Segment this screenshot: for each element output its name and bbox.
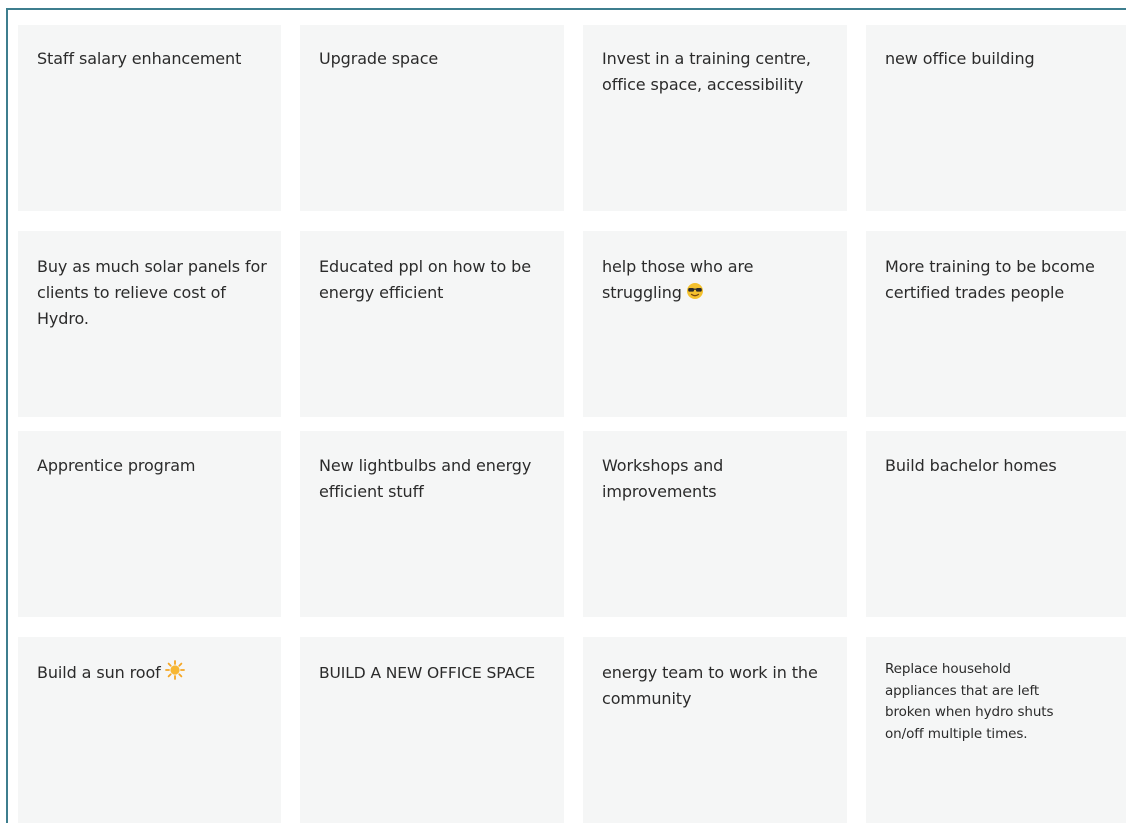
sunglasses-emoji-icon <box>686 282 704 308</box>
idea-card-text: Buy as much solar panels for clients to … <box>37 257 267 328</box>
idea-card-text: Invest in a training centre, office spac… <box>602 49 811 94</box>
idea-card[interactable]: new office building <box>866 25 1126 211</box>
idea-card[interactable]: Buy as much solar panels for clients to … <box>18 231 281 417</box>
idea-card[interactable]: help those who are struggling <box>583 231 847 417</box>
idea-card[interactable]: BUILD A NEW OFFICE SPACE <box>300 637 564 823</box>
idea-card-text: Staff salary enhancement <box>37 49 242 68</box>
ideas-board: Staff salary enhancement Upgrade space I… <box>18 25 1126 823</box>
idea-card[interactable]: Apprentice program <box>18 431 281 617</box>
idea-card-text: help those who are struggling <box>602 254 833 308</box>
idea-card-text: BUILD A NEW OFFICE SPACE <box>319 664 536 682</box>
idea-card-text: Educated ppl on how to be energy efficie… <box>319 257 531 302</box>
idea-card-text: Build bachelor homes <box>885 456 1057 475</box>
idea-card-text: Build a sun roof <box>37 660 267 688</box>
idea-card-text: Replace household appliances that are le… <box>885 661 1054 742</box>
idea-card-text: Upgrade space <box>319 49 439 68</box>
idea-card[interactable]: Upgrade space <box>300 25 564 211</box>
idea-card-text: New lightbulbs and energy efficient stuf… <box>319 456 532 501</box>
idea-card[interactable]: New lightbulbs and energy efficient stuf… <box>300 431 564 617</box>
idea-card[interactable]: Replace household appliances that are le… <box>866 637 1126 823</box>
idea-card[interactable]: Invest in a training centre, office spac… <box>583 25 847 211</box>
idea-card-text: energy team to work in the community <box>602 663 818 708</box>
idea-card[interactable]: More training to be bcome certified trad… <box>866 231 1126 417</box>
idea-card-label: help those who are struggling <box>602 257 754 302</box>
idea-card-text: Workshops and improvements <box>602 456 724 501</box>
idea-card[interactable]: Build bachelor homes <box>866 431 1126 617</box>
idea-card[interactable]: Build a sun roof <box>18 637 281 823</box>
idea-card-text: More training to be bcome certified trad… <box>885 257 1095 302</box>
sun-emoji-icon <box>164 660 185 688</box>
idea-card[interactable]: Workshops and improvements <box>583 431 847 617</box>
idea-card-text: Apprentice program <box>37 456 196 475</box>
idea-card-text: new office building <box>885 49 1035 68</box>
idea-card[interactable]: Staff salary enhancement <box>18 25 281 211</box>
idea-card[interactable]: Educated ppl on how to be energy efficie… <box>300 231 564 417</box>
idea-card[interactable]: energy team to work in the community <box>583 637 847 823</box>
idea-card-label: Build a sun roof <box>37 663 161 682</box>
